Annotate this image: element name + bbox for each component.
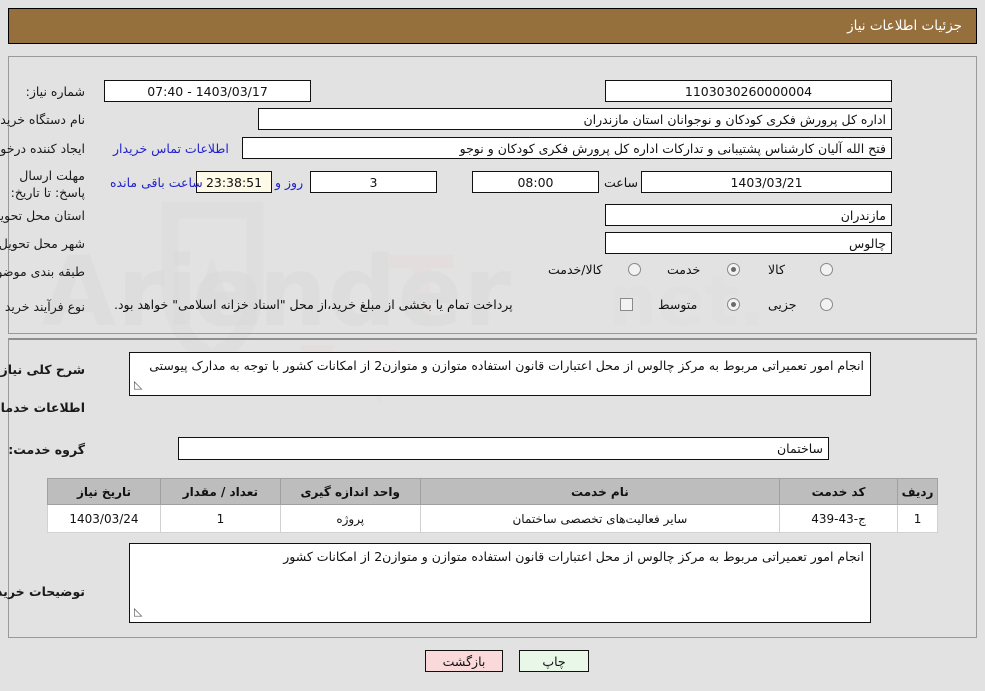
delivery-city-value: چالوس	[605, 232, 892, 254]
cell-date: 1403/03/24	[47, 504, 161, 533]
col-header-code: کد خدمت	[779, 478, 899, 505]
page-title: جزئیات اطلاعات نیاز	[847, 18, 962, 34]
print-button[interactable]: چاپ	[519, 650, 589, 672]
services-section-title: اطلاعات خدمات مورد نیاز	[0, 400, 85, 415]
process-radio-motevasset[interactable]	[727, 298, 740, 311]
delivery-province-label: استان محل تحویل:	[0, 208, 85, 223]
cell-code: ج-43-439	[779, 504, 899, 533]
delivery-city-label: شهر محل تحویل:	[0, 236, 85, 251]
process-type-label: نوع فرآیند خرید :	[0, 299, 85, 314]
col-header-unit: واحد اندازه گیری	[279, 478, 421, 505]
treasury-bond-note: پرداخت تمام یا بخشی از مبلغ خرید،از محل …	[114, 297, 513, 312]
col-header-date: تاریخ نیاز	[47, 478, 161, 505]
table-row: 1 ج-43-439 سایر فعالیت‌های تخصصی ساختمان…	[47, 504, 938, 533]
buyer-org-label: نام دستگاه خریدار:	[0, 112, 85, 127]
col-header-row: ردیف	[897, 478, 938, 505]
back-button[interactable]: بازگشت	[425, 650, 503, 672]
col-header-name: نام خدمت	[419, 478, 781, 505]
buyer-notes-label: توضیحات خریدار:	[0, 584, 85, 599]
category-radio-khedmat[interactable]	[727, 263, 740, 276]
header-bar: جزئیات اطلاعات نیاز	[603, 8, 977, 44]
process-option-label-1: متوسط	[658, 297, 698, 312]
category-option-label-1: خدمت	[667, 262, 701, 277]
countdown-timer: 23:38:51	[196, 171, 272, 193]
category-option-label-2: کالا/خدمت	[548, 262, 603, 277]
requester-label: ایجاد کننده درخواست:	[0, 141, 85, 156]
deadline-date-value: 1403/03/21	[641, 171, 892, 193]
cell-unit: پروژه	[279, 504, 421, 533]
cell-row: 1	[897, 504, 938, 533]
cell-name: سایر فعالیت‌های تخصصی ساختمان	[419, 504, 781, 533]
remaining-hours-label: ساعت باقی مانده	[110, 175, 203, 190]
resize-handle-buyer-notes[interactable]: ◺	[134, 605, 142, 618]
page-root: Aria T ender .net جزئیات اطلاعات نیاز شم…	[0, 0, 985, 691]
buyer-notes-value: انجام امور تعمیراتی مربوط به مرکز چالوس …	[129, 543, 871, 623]
deadline-hour-label: ساعت	[604, 175, 639, 190]
process-option-label-0: جزیی	[768, 297, 797, 312]
category-label: طبقه بندی موضوعی:	[0, 264, 85, 279]
services-table: ردیف کد خدمت نام خدمت واحد اندازه گیری ت…	[47, 478, 938, 533]
general-description-value: انجام امور تعمیراتی مربوط به مرکز چالوس …	[129, 352, 871, 396]
resize-handle-description[interactable]: ◺	[134, 378, 142, 391]
service-group-value: ساختمان	[178, 437, 829, 460]
category-radio-kala-khedmat[interactable]	[628, 263, 641, 276]
requester-value: فتح الله آلیان کارشناس پشتیبانی و تدارکا…	[242, 137, 892, 159]
deadline-label: مهلت ارسال پاسخ: تا تاریخ:	[10, 168, 85, 200]
category-option-label-0: کالا	[768, 262, 785, 277]
deadline-time-value: 08:00	[472, 171, 599, 193]
need-number-label: شماره نیاز:	[25, 84, 85, 99]
table-header-row: ردیف کد خدمت نام خدمت واحد اندازه گیری ت…	[47, 478, 938, 505]
remaining-days-label: روز و	[275, 175, 304, 190]
cell-quantity: 1	[159, 504, 281, 533]
delivery-province-value: مازندران	[605, 204, 892, 226]
col-header-quantity: تعداد / مقدار	[159, 478, 281, 505]
remaining-days-value: 3	[310, 171, 437, 193]
general-description-label: شرح کلی نیاز:	[0, 362, 85, 377]
process-radio-jozei[interactable]	[820, 298, 833, 311]
service-group-label: گروه خدمت:	[8, 442, 85, 457]
category-radio-kala[interactable]	[820, 263, 833, 276]
announcement-datetime-value: 1403/03/17 - 07:40	[104, 80, 311, 102]
treasury-bond-checkbox[interactable]	[620, 298, 633, 311]
header-bar-left	[8, 8, 604, 44]
buyer-contact-link[interactable]: اطلاعات تماس خریدار	[113, 141, 229, 156]
buyer-org-value: اداره کل پرورش فکری کودکان و نوجوانان اس…	[258, 108, 892, 130]
need-number-value: 1103030260000004	[605, 80, 892, 102]
